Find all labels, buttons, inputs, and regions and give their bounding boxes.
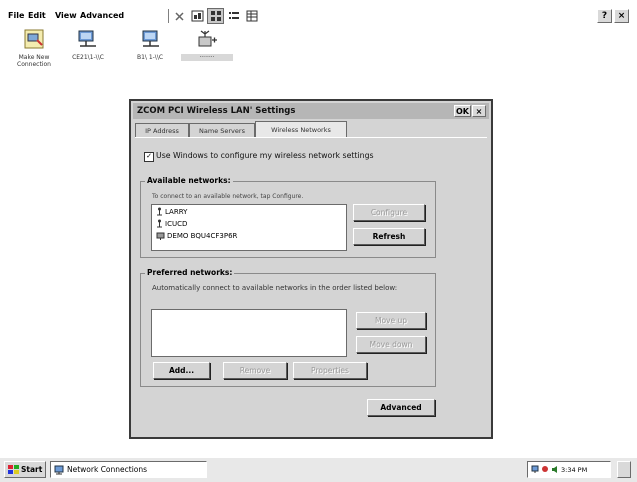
desktop-item-adapter-1[interactable]: CE21\1-\\C [62,28,114,61]
network-adapter-icon [78,30,96,47]
advanced-button[interactable]: Advanced [367,399,435,416]
delete-icon[interactable] [171,8,188,24]
task-label: Network Connections [67,465,148,474]
network-name: DEMO BQU4CF3P6R [167,231,238,240]
dialog-title: ZCOM PCI Wireless LAN' Settings [137,106,296,116]
help-button[interactable]: ? [597,9,612,23]
new-connection-icon [24,29,44,49]
tab-divider [135,137,487,138]
large-icons-icon[interactable] [207,8,224,24]
desktop-item-label: ········ [181,54,233,61]
wireless-settings-dialog: ZCOM PCI Wireless LAN' Settings OK × IP … [129,99,493,439]
details-icon[interactable] [243,8,260,24]
access-point-icon [157,219,162,228]
preferred-networks-hint: Automatically connect to available netwo… [152,284,398,292]
windows-flag-icon [8,464,19,474]
list-icon[interactable] [225,8,242,24]
tab-name-servers[interactable]: Name Servers [189,123,255,137]
menu-file[interactable]: File [8,11,24,20]
available-networks-title: Available networks: [145,176,233,185]
available-networks-list[interactable]: LARRY ICUCD DEMO BQU4CF3P6R [151,204,347,251]
configure-button[interactable]: Configure [353,204,425,221]
toolbar-separator [168,9,169,23]
menu-advanced[interactable]: Advanced [80,11,124,20]
ok-button[interactable]: OK [454,105,471,117]
desktop-item-label: Make New Connection [17,54,51,68]
wireless-adapter-icon [198,30,217,47]
network-adapter-icon [142,30,159,47]
show-desktop-button[interactable] [617,461,631,478]
move-up-button[interactable]: Move up [356,312,426,329]
tab-wireless-networks[interactable]: Wireless Networks [255,121,347,138]
available-networks-hint: To connect to an available network, tap … [152,193,304,200]
taskbar: Start Network Connections 3:34 PM [0,457,637,482]
refresh-button[interactable]: Refresh [353,228,425,245]
network-name: LARRY [165,207,188,216]
desktop-item-wireless-adapter[interactable]: ········ [181,28,233,61]
desktop-item-make-new-connection[interactable]: Make New Connection [8,28,60,68]
close-button[interactable]: × [614,9,629,23]
wireless-status-icon[interactable] [541,465,549,474]
move-down-button[interactable]: Move down [356,336,426,353]
preferred-networks-title: Preferred networks: [145,268,235,277]
dialog-close-button[interactable]: × [472,105,486,117]
list-item[interactable]: DEMO BQU4CF3P6R [156,231,237,240]
preferred-networks-list[interactable] [151,309,347,357]
tray-clock: 3:34 PM [561,465,588,474]
desktop-item-adapter-2[interactable]: B1\ 1-\\C [124,28,176,61]
dialog-title-bar: ZCOM PCI Wireless LAN' Settings OK × [133,103,489,119]
menu-bar: File Edit View Advanced ? × [0,3,637,25]
access-point-icon [157,207,162,216]
list-item[interactable]: LARRY [156,207,187,216]
menu-view[interactable]: View [55,11,77,20]
properties-button[interactable]: Properties [293,362,367,379]
desktop-item-label: CE21\1-\\C [72,54,104,61]
computer-network-icon [156,232,165,240]
start-label: Start [21,465,43,474]
tab-ip-address[interactable]: IP Address [135,123,189,137]
desktop-item-label: B1\ 1-\\C [136,54,164,61]
network-status-icon[interactable] [531,465,539,474]
system-tray: 3:34 PM [527,461,611,478]
use-windows-checkbox-label[interactable]: Use Windows to configure my wireless net… [156,151,374,160]
remove-button[interactable]: Remove [223,362,287,379]
network-connections-icon [54,465,64,474]
properties-icon[interactable] [189,8,206,24]
add-button[interactable]: Add... [153,362,210,379]
task-network-connections[interactable]: Network Connections [50,461,207,478]
menu-edit[interactable]: Edit [28,11,46,20]
network-name: ICUCD [165,219,188,228]
volume-icon[interactable] [551,465,559,474]
start-button[interactable]: Start [4,461,46,478]
list-item[interactable]: ICUCD [156,219,187,228]
use-windows-checkbox[interactable]: ✓ [144,152,154,162]
